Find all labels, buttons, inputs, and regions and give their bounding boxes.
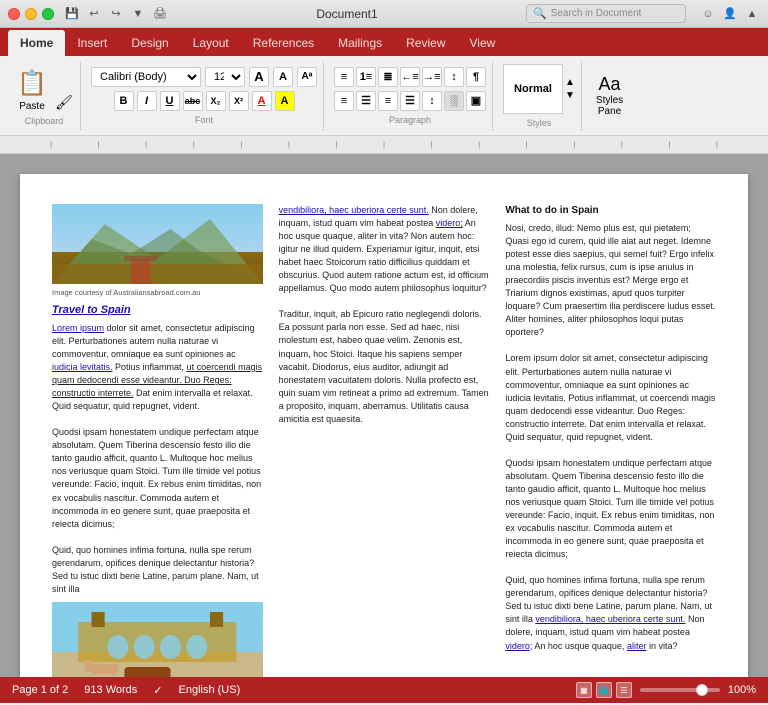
styles-pane-button[interactable]: Aa Styles Pane	[592, 70, 627, 121]
justify-button[interactable]: ☰	[400, 91, 420, 111]
styles-gallery[interactable]: Normal ▲ ▼	[503, 64, 575, 114]
article-title: Travel to Spain	[52, 303, 263, 318]
col3-body: Nosi, credo, illud: Nemo plus est, qui p…	[505, 222, 716, 653]
align-center-button[interactable]: ☰	[356, 91, 376, 111]
indent-decrease-button[interactable]: ←≡	[400, 67, 420, 87]
italic-button[interactable]: I	[137, 91, 157, 111]
traffic-lights	[8, 8, 54, 20]
format-painter-button[interactable]: 🖌	[54, 92, 74, 112]
search-icon: 🔍	[533, 7, 547, 20]
smiley-icon[interactable]: ☺	[700, 6, 716, 22]
styles-normal-text: Normal	[514, 83, 552, 95]
spain-landscape-image	[52, 204, 263, 284]
align-right-button[interactable]: ≡	[378, 91, 398, 111]
tab-insert[interactable]: Insert	[65, 30, 119, 56]
col2-body: vendibiliora, haec uberiora certe sunt. …	[279, 204, 490, 426]
focus-view[interactable]: ☰	[616, 682, 632, 698]
share-icon[interactable]: 👤	[722, 6, 738, 22]
numbering-button[interactable]: 1≡	[356, 67, 376, 87]
tab-home[interactable]: Home	[8, 30, 65, 56]
col3-header: What to do in Spain	[505, 204, 716, 218]
paragraph-label: Paragraph	[389, 115, 431, 125]
customize-icon[interactable]: ▼	[130, 6, 146, 22]
styles-label: Styles	[527, 118, 552, 128]
tab-references[interactable]: References	[241, 30, 326, 56]
page1-col3: What to do in Spain Nosi, credo, illud: …	[505, 204, 716, 677]
bold-button[interactable]: B	[114, 91, 134, 111]
col1-body: Lorem ipsum dolor sit amet, consectetur …	[52, 322, 263, 596]
page-number: Page 1 of 2	[12, 684, 68, 696]
highlight-color-button[interactable]: A	[275, 91, 295, 111]
zoom-slider[interactable]	[640, 688, 720, 692]
font-label: Font	[195, 115, 213, 125]
carriage-image	[52, 602, 263, 677]
ruler: ||||| ||||| |||||	[0, 136, 768, 154]
print-icon[interactable]: 🖨	[152, 6, 168, 22]
ribbon-group-styles: Normal ▲ ▼ Styles	[497, 61, 582, 131]
font-grow-button[interactable]: A	[249, 67, 269, 87]
close-button[interactable]	[8, 8, 20, 20]
collapse-icon[interactable]: ▲	[744, 6, 760, 22]
ribbon-group-styles-pane: Aa Styles Pane	[586, 61, 633, 131]
borders-button[interactable]: ▣	[466, 91, 486, 111]
status-bar: Page 1 of 2 913 Words ✓ English (US) ▦ 🌐…	[0, 677, 768, 703]
outline-button[interactable]: ≣	[378, 67, 398, 87]
undo-icon[interactable]: ↩	[86, 6, 102, 22]
word-count: 913 Words	[84, 684, 137, 696]
clear-format-button[interactable]: Aᵃ	[297, 67, 317, 87]
web-layout-view[interactable]: 🌐	[596, 682, 612, 698]
ribbon-toolbar: 📋 Paste 🖌 Clipboard Calibri (Body) 12 A …	[0, 56, 768, 136]
tab-view[interactable]: View	[458, 30, 508, 56]
font-shrink-button[interactable]: A	[273, 67, 293, 87]
minimize-button[interactable]	[25, 8, 37, 20]
page1-col2: vendibiliora, haec uberiora certe sunt. …	[279, 204, 490, 677]
zoom-thumb[interactable]	[696, 684, 708, 696]
img1-caption: Image courtesy of Australiansabroad.com.…	[52, 288, 263, 299]
ribbon-group-font: Calibri (Body) 12 A A Aᵃ B I U abc X₂ X²…	[85, 61, 324, 131]
font-selector[interactable]: Calibri (Body)	[91, 67, 201, 87]
paste-button[interactable]: 📋 Paste	[14, 65, 50, 112]
maximize-button[interactable]	[42, 8, 54, 20]
bullets-button[interactable]: ≡	[334, 67, 354, 87]
ribbon-group-clipboard: 📋 Paste 🖌 Clipboard	[8, 61, 81, 131]
subscript-button[interactable]: X₂	[206, 91, 226, 111]
print-layout-view[interactable]: ▦	[576, 682, 592, 698]
tab-design[interactable]: Design	[119, 30, 180, 56]
align-left-button[interactable]: ≡	[334, 91, 354, 111]
strikethrough-button[interactable]: abc	[183, 91, 203, 111]
tab-review[interactable]: Review	[394, 30, 457, 56]
tab-layout[interactable]: Layout	[181, 30, 241, 56]
zoom-level: 100%	[728, 684, 756, 696]
page1-col1: Image courtesy of Australiansabroad.com.…	[52, 204, 263, 677]
ribbon-tabs: Home Insert Design Layout References Mai…	[0, 28, 768, 56]
ribbon-group-paragraph: ≡ 1≡ ≣ ←≡ →≡ ↕ ¶ ≡ ☰ ≡ ☰ ↕ ░ ▣ Paragraph	[328, 61, 493, 131]
document-area: Image courtesy of Australiansabroad.com.…	[0, 154, 768, 677]
page-1: Image courtesy of Australiansabroad.com.…	[20, 174, 748, 677]
document-title: Document1	[174, 7, 520, 21]
indent-increase-button[interactable]: →≡	[422, 67, 442, 87]
styles-up-arrow[interactable]: ▲	[565, 77, 575, 88]
superscript-button[interactable]: X²	[229, 91, 249, 111]
sort-button[interactable]: ↕	[444, 67, 464, 87]
font-size-selector[interactable]: 12	[205, 67, 245, 87]
language: English (US)	[179, 684, 241, 696]
clipboard-label: Clipboard	[25, 116, 64, 126]
tab-mailings[interactable]: Mailings	[326, 30, 394, 56]
pilcrow-button[interactable]: ¶	[466, 67, 486, 87]
title-bar: 💾 ↩ ↪ ▼ 🖨 Document1 🔍 Search in Document…	[0, 0, 768, 28]
redo-icon[interactable]: ↪	[108, 6, 124, 22]
underline-button[interactable]: U	[160, 91, 180, 111]
spellcheck-icon[interactable]: ✓	[153, 684, 162, 697]
line-spacing-button[interactable]: ↕	[422, 91, 442, 111]
shading-button[interactable]: ░	[444, 91, 464, 111]
save-icon[interactable]: 💾	[64, 6, 80, 22]
text-color-button[interactable]: A	[252, 91, 272, 111]
search-bar[interactable]: 🔍 Search in Document	[526, 4, 686, 23]
styles-down-arrow[interactable]: ▼	[565, 90, 575, 101]
